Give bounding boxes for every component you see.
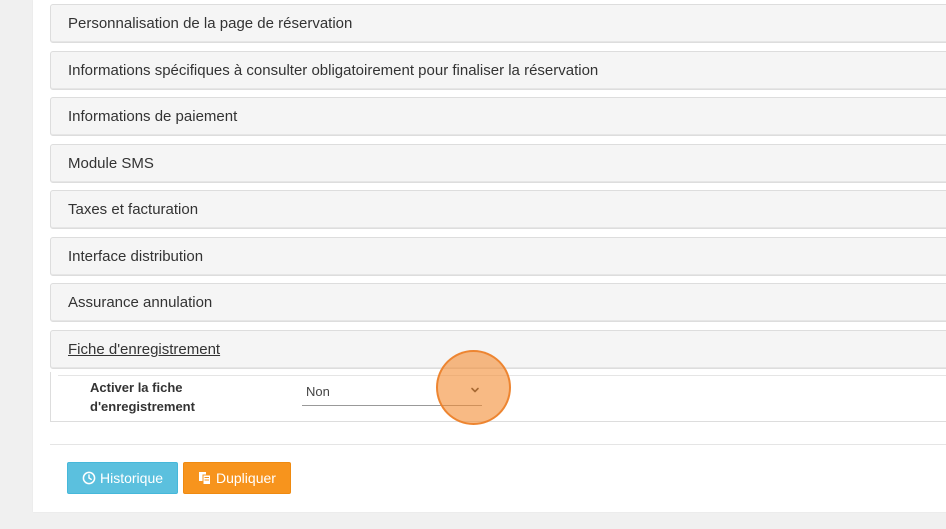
accordion-interface-distribution[interactable]: Interface distribution [50,237,946,276]
accordion-title: Taxes et facturation [68,201,199,218]
activer-fiche-select[interactable]: Non [302,378,482,406]
accordion-assurance-annulation[interactable]: Assurance annulation [50,283,946,322]
select-value: Non [306,384,330,399]
accordion-informations-paiement[interactable]: Informations de paiement [50,97,946,136]
clock-icon [82,471,96,485]
history-button-label: Historique [100,470,164,486]
accordion-title: Personnalisation de la page de réservati… [68,15,353,32]
panel-divider [58,375,946,376]
accordion-title: Informations spécifiques à consulter obl… [68,62,599,79]
accordion-title: Fiche d'enregistrement [68,341,221,358]
accordion-personnalisation[interactable]: Personnalisation de la page de réservati… [50,4,946,43]
copy-icon [199,472,211,485]
accordion-module-sms[interactable]: Module SMS [50,144,946,183]
accordion-title: Module SMS [68,155,154,172]
accordion-title: Interface distribution [68,248,204,265]
history-button[interactable]: Historique [67,462,178,494]
accordion-title: Informations de paiement [68,108,238,125]
footer-divider [50,444,946,445]
accordion-informations-specifiques[interactable]: Informations spécifiques à consulter obl… [50,51,946,90]
chevron-down-icon [471,387,479,393]
accordion-fiche-enregistrement[interactable]: Fiche d'enregistrement [50,330,946,369]
activer-fiche-label: Activer la fiche d'enregistrement [90,380,195,414]
duplicate-button-label: Dupliquer [216,470,276,486]
accordion-taxes-facturation[interactable]: Taxes et facturation [50,190,946,229]
accordion-title: Assurance annulation [68,294,213,311]
duplicate-button[interactable]: Dupliquer [183,462,291,494]
